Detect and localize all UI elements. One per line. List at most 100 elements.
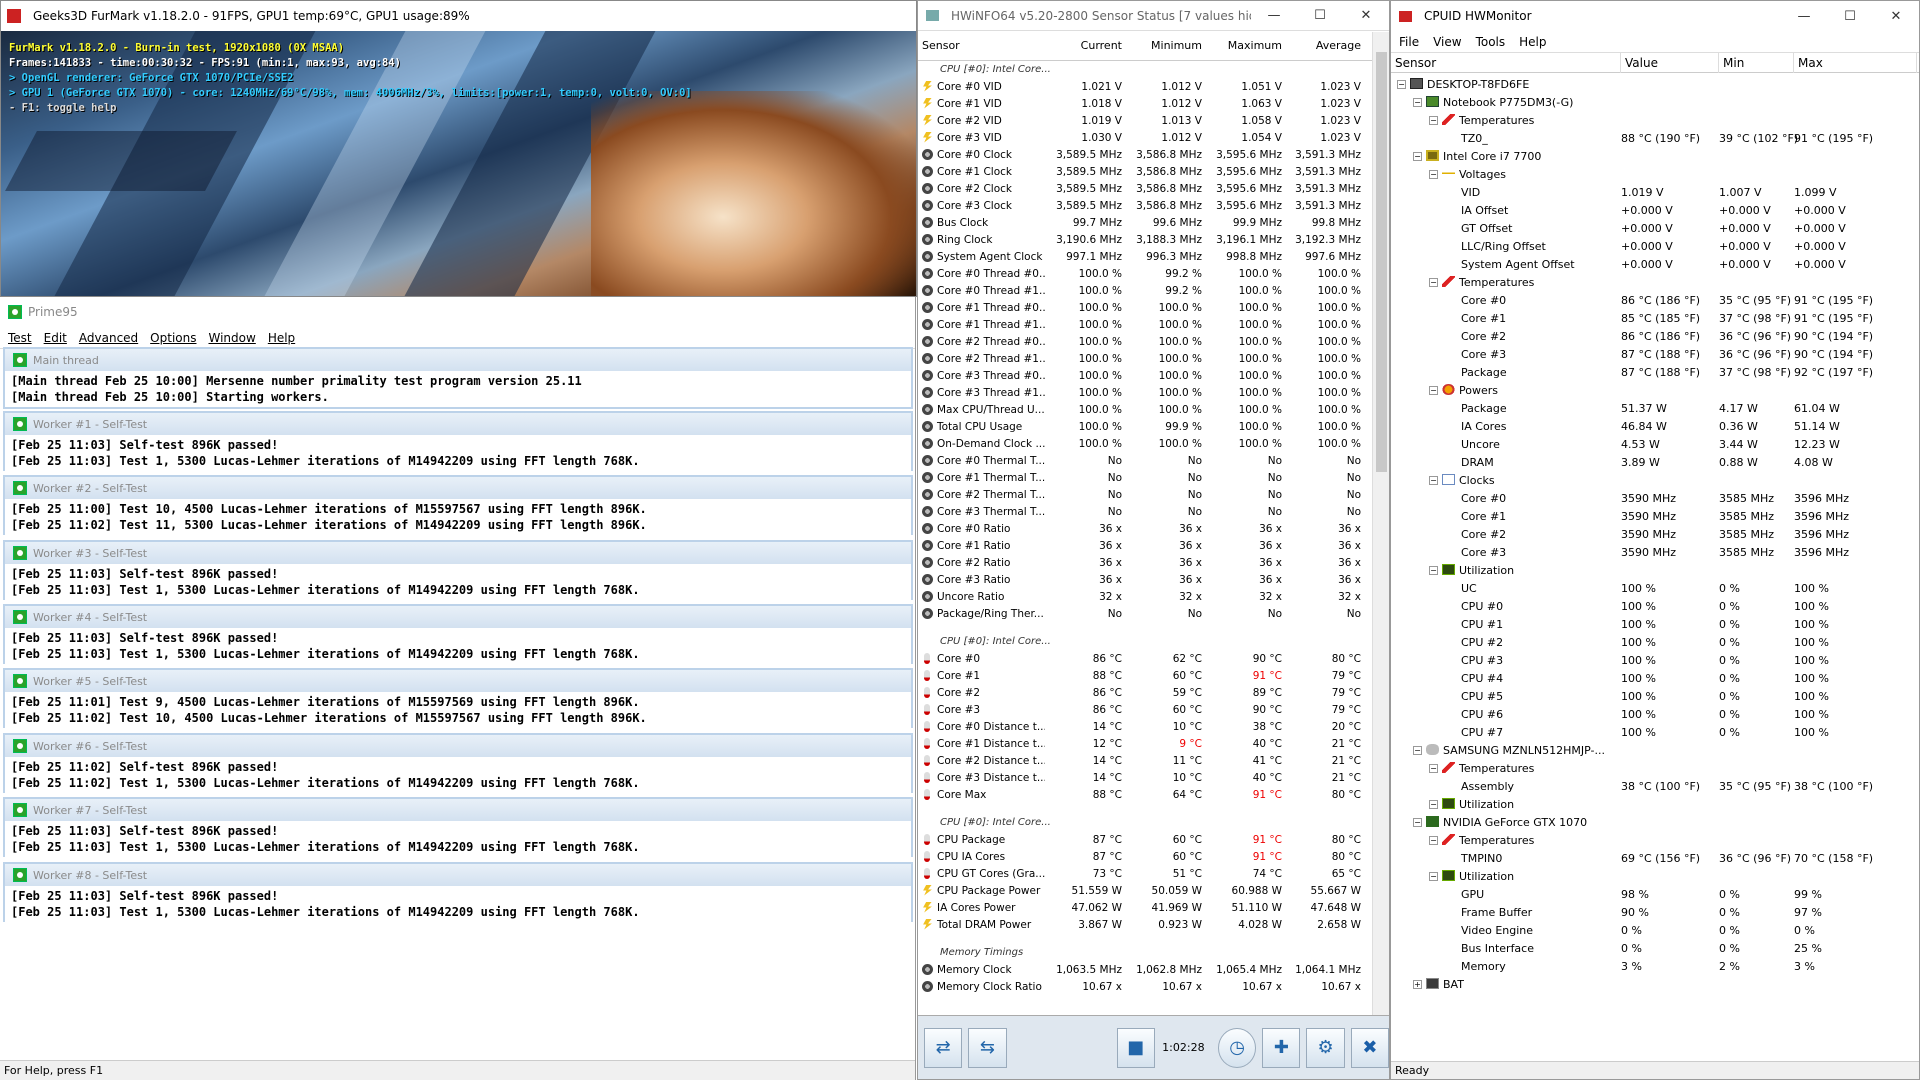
sensor-row[interactable]: Core #0 Ratio 36 x 36 x 36 x 36 x: [918, 520, 1389, 537]
sensor-row[interactable]: Core #1 Ratio 36 x 36 x 36 x 36 x: [918, 537, 1389, 554]
tree-row[interactable]: CPU #7 100 % 0 % 100 %: [1391, 723, 1919, 741]
collapse-toggle[interactable]: −: [1429, 169, 1438, 179]
sensor-row[interactable]: Core #1 Thread #1... 100.0 % 100.0 % 100.0 …: [918, 316, 1389, 333]
tree-row[interactable]: + BAT: [1391, 975, 1919, 993]
worker-window-titlebar[interactable]: Worker #1 - Self-Test: [5, 413, 911, 435]
sensor-row[interactable]: Core #0 Clock 3,589.5 MHz 3,586.8 MHz 3,595…: [918, 146, 1389, 163]
tree-row[interactable]: CPU #5 100 % 0 % 100 %: [1391, 687, 1919, 705]
tree-row[interactable]: CPU #0 100 % 0 % 100 %: [1391, 597, 1919, 615]
tree-row[interactable]: − Temperatures: [1391, 111, 1919, 129]
minimize-button[interactable]: —: [1251, 1, 1297, 31]
tree-row[interactable]: Memory 3 % 2 % 3 %: [1391, 957, 1919, 975]
sensor-group-header[interactable]: Memory Timings: [918, 944, 1389, 961]
hwinfo-scrollbar[interactable]: [1372, 32, 1389, 1017]
tree-row[interactable]: GPU 98 % 0 % 99 %: [1391, 885, 1919, 903]
tree-row[interactable]: − Clocks: [1391, 471, 1919, 489]
tree-row[interactable]: GT Offset +0.000 V +0.000 V +0.000 V: [1391, 219, 1919, 237]
menu-item-edit[interactable]: Edit: [44, 331, 67, 345]
sensor-row[interactable]: Core #2 86 °C 59 °C 89 °C 79 °C: [918, 684, 1389, 701]
collapse-toggle[interactable]: −: [1413, 745, 1422, 755]
collapse-toggle[interactable]: −: [1429, 763, 1438, 773]
tree-row[interactable]: Core #3 3590 MHz 3585 MHz 3596 MHz: [1391, 543, 1919, 561]
tree-row[interactable]: CPU #4 100 % 0 % 100 %: [1391, 669, 1919, 687]
sensor-row[interactable]: Core #3 Distance t... 14 °C 10 °C 40 °C 21 °…: [918, 769, 1389, 786]
menu-item-help[interactable]: Help: [1519, 35, 1546, 49]
sensor-row[interactable]: Core #3 VID 1.030 V 1.012 V 1.054 V 1.023 V: [918, 129, 1389, 146]
prime95-worker-window[interactable]: Worker #1 - Self-Test [Feb 25 11:03] Self…: [3, 411, 913, 471]
sensor-row[interactable]: Core #2 Thermal T... No No No No: [918, 486, 1389, 503]
prime95-worker-window[interactable]: Worker #4 - Self-Test [Feb 25 11:03] Self…: [3, 604, 913, 664]
tree-row[interactable]: Package 87 °C (188 °F) 37 °C (98 °F) 92 °C …: [1391, 363, 1919, 381]
column-header-current[interactable]: Current: [1045, 39, 1126, 52]
sensor-row[interactable]: Ring Clock 3,190.6 MHz 3,188.3 MHz 3,196.1 …: [918, 231, 1389, 248]
worker-window-titlebar[interactable]: Worker #8 - Self-Test: [5, 864, 911, 886]
tree-row[interactable]: IA Cores 46.84 W 0.36 W 51.14 W: [1391, 417, 1919, 435]
expand-toggle[interactable]: +: [1413, 979, 1422, 989]
tree-row[interactable]: − Voltages: [1391, 165, 1919, 183]
sensor-row[interactable]: Core #0 Distance t... 14 °C 10 °C 38 °C 20 °…: [918, 718, 1389, 735]
furmark-window[interactable]: Geeks3D FurMark v1.18.2.0 - 91FPS, GPU1 …: [0, 0, 917, 297]
sensor-row[interactable]: Core #2 VID 1.019 V 1.013 V 1.058 V 1.023 V: [918, 112, 1389, 129]
sensor-row[interactable]: Core #2 Ratio 36 x 36 x 36 x 36 x: [918, 554, 1389, 571]
collapse-toggle[interactable]: −: [1413, 151, 1422, 161]
tree-row[interactable]: Package 51.37 W 4.17 W 61.04 W: [1391, 399, 1919, 417]
sensor-row[interactable]: Core #3 Thread #0... 100.0 % 100.0 % 100.0 …: [918, 367, 1389, 384]
menu-item-window[interactable]: Window: [208, 331, 255, 345]
sensor-row[interactable]: Core #1 Thermal T... No No No No: [918, 469, 1389, 486]
tree-row[interactable]: − Utilization: [1391, 561, 1919, 579]
tree-row[interactable]: CPU #1 100 % 0 % 100 %: [1391, 615, 1919, 633]
tree-row[interactable]: − Temperatures: [1391, 273, 1919, 291]
prime95-window[interactable]: Prime95 Test Edit Advanced Options Window Hel…: [0, 297, 916, 1080]
prime95-worker-window[interactable]: Worker #5 - Self-Test [Feb 25 11:01] Test…: [3, 668, 913, 728]
tree-row[interactable]: Uncore 4.53 W 3.44 W 12.23 W: [1391, 435, 1919, 453]
tree-row[interactable]: Bus Interface 0 % 0 % 25 %: [1391, 939, 1919, 957]
tree-row[interactable]: CPU #6 100 % 0 % 100 %: [1391, 705, 1919, 723]
tree-row[interactable]: VID 1.019 V 1.007 V 1.099 V: [1391, 183, 1919, 201]
collapse-toggle[interactable]: −: [1429, 871, 1438, 881]
sensor-row[interactable]: Core #3 Ratio 36 x 36 x 36 x 36 x: [918, 571, 1389, 588]
collapse-toggle[interactable]: −: [1397, 79, 1406, 89]
sensor-row[interactable]: On-Demand Clock ... 100.0 % 100.0 % 100.0 %…: [918, 435, 1389, 452]
worker-window-titlebar[interactable]: Worker #6 - Self-Test: [5, 735, 911, 757]
sensor-row[interactable]: Core #0 Thread #0... 100.0 % 99.2 % 100.0 %…: [918, 265, 1389, 282]
sensor-row[interactable]: Core #1 Clock 3,589.5 MHz 3,586.8 MHz 3,595…: [918, 163, 1389, 180]
sensor-row[interactable]: System Agent Clock 997.1 MHz 996.3 MHz 998.…: [918, 248, 1389, 265]
column-header-max[interactable]: Max: [1794, 52, 1917, 73]
sensor-row[interactable]: Core #1 88 °C 60 °C 91 °C 79 °C: [918, 667, 1389, 684]
tree-row[interactable]: − Powers: [1391, 381, 1919, 399]
collapse-toggle[interactable]: −: [1429, 385, 1438, 395]
sensor-row[interactable]: Core #1 VID 1.018 V 1.012 V 1.063 V 1.023 V: [918, 95, 1389, 112]
tree-row[interactable]: − DESKTOP-T8FD6FE: [1391, 75, 1919, 93]
prime95-worker-window[interactable]: Worker #8 - Self-Test [Feb 25 11:03] Self…: [3, 862, 913, 922]
prime95-worker-window[interactable]: Worker #2 - Self-Test [Feb 25 11:00] Test…: [3, 475, 913, 535]
worker-window-titlebar[interactable]: Worker #2 - Self-Test: [5, 477, 911, 499]
worker-window-titlebar[interactable]: Worker #7 - Self-Test: [5, 799, 911, 821]
hwinfo-titlebar[interactable]: HWiNFO64 v5.20-2800 Sensor Status [7 val…: [918, 1, 1389, 31]
sensor-row[interactable]: Uncore Ratio 32 x 32 x 32 x 32 x: [918, 588, 1389, 605]
sensor-row[interactable]: Core #0 VID 1.021 V 1.012 V 1.051 V 1.023 V: [918, 78, 1389, 95]
collapse-toggle[interactable]: −: [1429, 277, 1438, 287]
tree-row[interactable]: − Utilization: [1391, 867, 1919, 885]
tree-row[interactable]: Assembly 38 °C (100 °F) 35 °C (95 °F) 38 °C…: [1391, 777, 1919, 795]
column-header-maximum[interactable]: Maximum: [1206, 39, 1286, 52]
sensor-row[interactable]: Core #0 Thread #1... 100.0 % 99.2 % 100.0 %…: [918, 282, 1389, 299]
sensor-row[interactable]: Core #2 Clock 3,589.5 MHz 3,586.8 MHz 3,595…: [918, 180, 1389, 197]
menu-item-advanced[interactable]: Advanced: [79, 331, 138, 345]
tree-row[interactable]: IA Offset +0.000 V +0.000 V +0.000 V: [1391, 201, 1919, 219]
settings-gear-icon[interactable]: ⚙: [1306, 1027, 1345, 1068]
tree-row[interactable]: − SAMSUNG MZNLN512HMJP-...: [1391, 741, 1919, 759]
sensor-row[interactable]: Core #0 86 °C 62 °C 90 °C 80 °C: [918, 650, 1389, 667]
sensor-row[interactable]: Core #3 86 °C 60 °C 90 °C 79 °C: [918, 701, 1389, 718]
sensor-row[interactable]: Total DRAM Power 3.867 W 0.923 W 4.028 W 2.6…: [918, 916, 1389, 933]
tree-row[interactable]: − Temperatures: [1391, 831, 1919, 849]
collapse-toggle[interactable]: −: [1429, 115, 1438, 125]
tree-row[interactable]: Core #0 86 °C (186 °F) 35 °C (95 °F) 91 °C …: [1391, 291, 1919, 309]
clock-reset-button[interactable]: ◷: [1217, 1027, 1257, 1068]
hwinfo-window[interactable]: HWiNFO64 v5.20-2800 Sensor Status [7 val…: [917, 0, 1390, 1080]
sensor-row[interactable]: Core #2 Distance t... 14 °C 11 °C 41 °C 21 °…: [918, 752, 1389, 769]
menu-item-help[interactable]: Help: [268, 331, 295, 345]
tree-row[interactable]: Core #2 86 °C (186 °F) 36 °C (96 °F) 90 °C …: [1391, 327, 1919, 345]
sensor-row[interactable]: Total CPU Usage 100.0 % 99.9 % 100.0 % 100.0…: [918, 418, 1389, 435]
worker-window-titlebar[interactable]: Worker #4 - Self-Test: [5, 606, 911, 628]
column-header-min[interactable]: Min: [1719, 52, 1794, 73]
